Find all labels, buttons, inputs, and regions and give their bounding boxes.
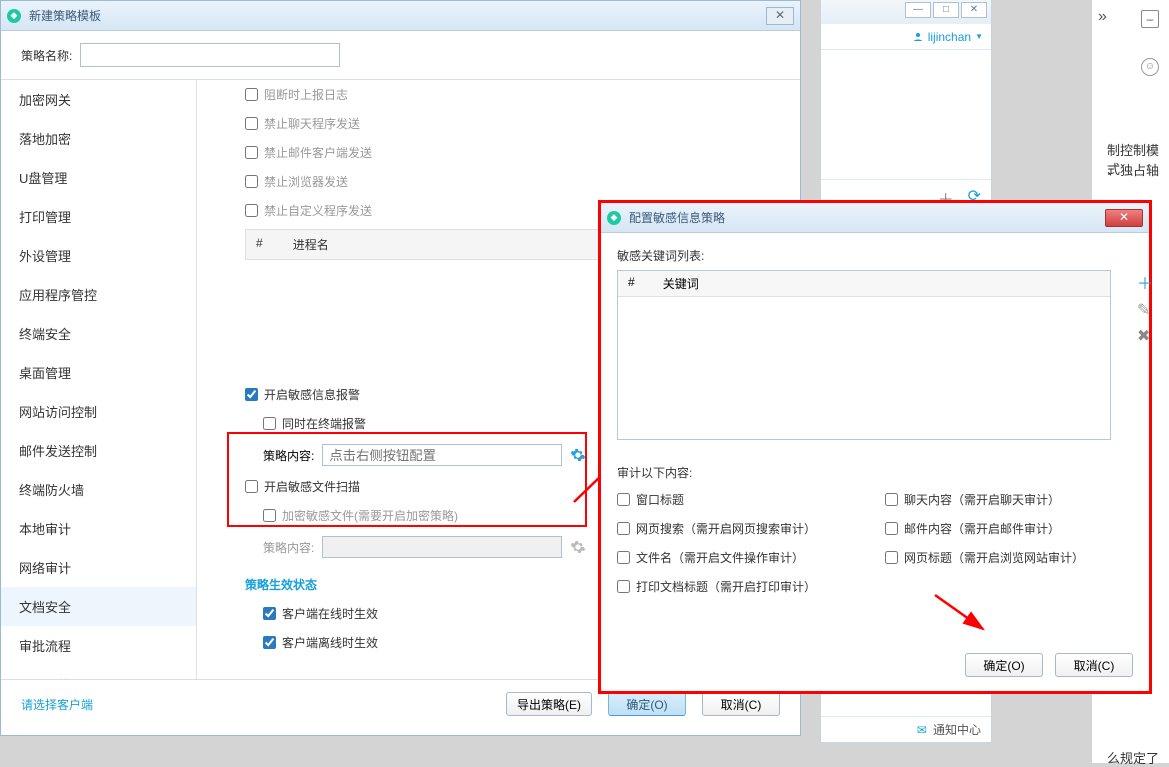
titlebar: ◆ 新建策略模板 ✕ [1, 1, 800, 31]
sidebar[interactable]: 加密网关 落地加密 U盘管理 打印管理 外设管理 应用程序管控 终端安全 桌面管… [1, 80, 197, 679]
config-dialog: ◆ 配置敏感信息策略 ✕ 敏感关键词列表: # 关键词 ＋ ✎ ✖ 审计以下内容… [598, 200, 1152, 694]
sidebar-item[interactable]: 落地加密 [1, 119, 196, 158]
sidebar-item[interactable]: 打印管理 [1, 197, 196, 236]
chk-a1[interactable] [617, 493, 630, 506]
chk-a2[interactable] [885, 493, 898, 506]
dlg-close-button[interactable]: ✕ [1105, 209, 1143, 227]
cancel-button[interactable]: 取消(C) [702, 692, 780, 716]
content-label2: 策略内容: [263, 539, 314, 556]
sidebar-item[interactable]: 外设管理 [1, 236, 196, 275]
chk-label: 客户端离线时生效 [282, 634, 378, 651]
notify-label[interactable]: 通知中心 [933, 721, 981, 738]
user-name: lijinchan [928, 30, 971, 44]
user-dropdown[interactable]: lijinchan ▼ [912, 30, 983, 44]
chk-label: 网页标题（需开启浏览网站审计） [904, 549, 1084, 566]
bg-max-button[interactable]: □ [933, 2, 959, 18]
content-input2 [322, 536, 562, 558]
chk-a6[interactable] [885, 551, 898, 564]
chk-online[interactable] [263, 607, 276, 620]
sidebar-item-active[interactable]: 文档安全 [1, 587, 196, 626]
mail-icon: ✉ [917, 723, 927, 737]
content-input[interactable] [322, 444, 562, 466]
chk-a5[interactable] [617, 551, 630, 564]
export-button[interactable]: 导出策略(E) [506, 692, 592, 716]
name-label: 策略名称: [21, 47, 72, 64]
chk-label: 邮件内容（需开启邮件审计） [904, 520, 1060, 537]
chk-a4[interactable] [885, 522, 898, 535]
col-proc: 进程名 [293, 236, 329, 253]
kw-col-hash: # [628, 275, 635, 292]
sidebar-item[interactable]: 终端防火墙 [1, 470, 196, 509]
chk-label: 窗口标题 [636, 491, 684, 508]
edit-keyword-icon[interactable]: ✎ [1137, 300, 1153, 320]
chk-no-custom[interactable] [245, 204, 258, 217]
sidebar-item[interactable]: 终端安全 [1, 314, 196, 353]
chk-encrypt-files[interactable] [263, 509, 276, 522]
kw-table: # 关键词 [617, 270, 1111, 440]
app-icon: ◆ [7, 9, 21, 23]
sidebar-item[interactable]: 加密网关 [1, 80, 196, 119]
kw-col-name: 关键词 [663, 275, 699, 292]
chk-label: 禁止浏览器发送 [264, 173, 348, 190]
chk-label: 加密敏感文件(需要开启加密策略) [282, 507, 458, 524]
content-label: 策略内容: [263, 447, 314, 464]
dlg-icon: ◆ [607, 211, 621, 225]
dlg-title: 配置敏感信息策略 [629, 209, 1105, 226]
chk-label: 禁止邮件客户端发送 [264, 144, 372, 161]
chk-label: 打印文档标题（需开启打印审计） [636, 578, 816, 595]
footer-hint[interactable]: 请选择客户端 [21, 696, 93, 713]
chk-no-browser[interactable] [245, 175, 258, 188]
sidebar-item[interactable]: 网络审计 [1, 548, 196, 587]
chk-enable-alert[interactable] [245, 388, 258, 401]
add-keyword-icon[interactable]: ＋ [1137, 270, 1153, 294]
window-title: 新建策略模板 [29, 7, 766, 24]
gear-icon[interactable] [570, 447, 586, 463]
chk-no-mail[interactable] [245, 146, 258, 159]
chk-block-log[interactable] [245, 88, 258, 101]
audit-label: 审计以下内容: [617, 464, 1133, 481]
dlg-ok-button[interactable]: 确定(O) [965, 653, 1043, 677]
chk-label: 禁止自定义程序发送 [264, 202, 372, 219]
chk-a7[interactable] [617, 580, 630, 593]
chk-a3[interactable] [617, 522, 630, 535]
window-close-button[interactable]: ✕ [766, 7, 794, 25]
bg-min-button[interactable]: — [905, 2, 931, 18]
sidebar-item[interactable]: 审批流程 [1, 626, 196, 665]
chk-also-terminal[interactable] [263, 417, 276, 430]
chk-label: 禁止聊天程序发送 [264, 115, 360, 132]
delete-keyword-icon[interactable]: ✖ [1137, 326, 1153, 346]
sidebar-item[interactable]: 网站访问控制 [1, 392, 196, 431]
dlg-cancel-button[interactable]: 取消(C) [1055, 653, 1133, 677]
kw-list-label: 敏感关键词列表: [617, 247, 1133, 264]
far-text-2: 、独占轴 [1107, 160, 1169, 179]
chk-label: 聊天内容（需开启聊天审计） [904, 491, 1060, 508]
chk-label: 同时在终端报警 [282, 415, 366, 432]
sidebar-item[interactable]: U盘管理 [1, 158, 196, 197]
name-input[interactable] [80, 43, 340, 67]
chk-label: 文件名（需开启文件操作审计） [636, 549, 804, 566]
chevrons-right-icon[interactable]: » [1098, 8, 1107, 26]
sidebar-item[interactable]: 邮件发送控制 [1, 431, 196, 470]
caret-down-icon: ▼ [975, 32, 983, 41]
sidebar-item[interactable]: 应用程序管控 [1, 275, 196, 314]
sidebar-item[interactable]: 本地审计 [1, 509, 196, 548]
far-close-button[interactable]: – [1141, 10, 1159, 28]
ok-button[interactable]: 确定(O) [608, 692, 686, 716]
chk-offline[interactable] [263, 636, 276, 649]
user-icon [912, 31, 924, 43]
far-text-3: 么规定了 [1107, 748, 1169, 767]
chk-no-chat[interactable] [245, 117, 258, 130]
bg-close-button[interactable]: ✕ [961, 2, 987, 18]
sidebar-item[interactable]: 附属功能 [1, 665, 196, 679]
sidebar-item[interactable]: 桌面管理 [1, 353, 196, 392]
chk-label: 开启敏感信息报警 [264, 386, 360, 403]
face-icon: ☺ [1141, 58, 1159, 76]
chk-label: 开启敏感文件扫描 [264, 478, 360, 495]
chk-label: 客户端在线时生效 [282, 605, 378, 622]
gear-icon-disabled [570, 539, 586, 555]
chk-label: 网页搜索（需开启网页搜索审计） [636, 520, 816, 537]
col-hash: # [256, 236, 263, 253]
chk-label: 阻断时上报日志 [264, 86, 348, 103]
chk-enable-scan[interactable] [245, 480, 258, 493]
